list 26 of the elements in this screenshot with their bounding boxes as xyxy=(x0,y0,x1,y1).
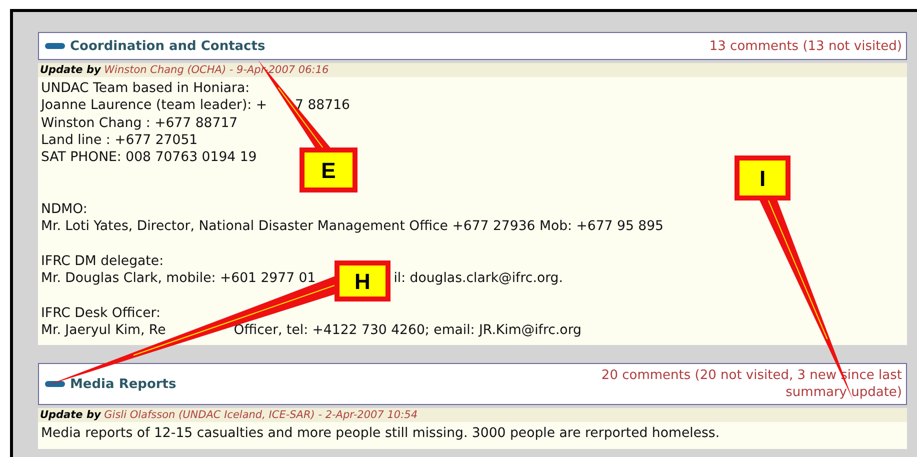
callout-label: H xyxy=(334,260,390,302)
body-text: il: douglas.clark@ifrc.org. xyxy=(394,270,563,288)
update-author: Gisli Olafsson (UNDAC Iceland, ICE-SAR) - 2-Apr-2007 10:54 xyxy=(104,409,418,422)
body-text: NDMO: xyxy=(41,201,88,218)
collapse-icon[interactable] xyxy=(45,42,65,50)
body-text: Land line : +677 27051 xyxy=(41,132,198,150)
section-title[interactable]: Media Reports xyxy=(70,376,176,392)
body-text: Media reports of 12-15 casualties and more people still missing. 3000 people are rerported homeless. xyxy=(41,425,720,443)
body-text: Winston Chang : +677 88717 xyxy=(41,114,238,132)
body-text: Mr. Douglas Clark, mobile: +601 2977 01 xyxy=(41,270,316,288)
callout-label: E xyxy=(300,148,358,192)
body-text: IFRC Desk Officer: xyxy=(41,304,160,322)
update-label: Update by xyxy=(40,64,101,76)
body-text: Mr. Jaeryul Kim, Re xyxy=(41,322,166,340)
update-label: Update by xyxy=(40,409,101,422)
callout-label: I xyxy=(734,156,790,200)
body-text: UNDAC Team based in Honiara: xyxy=(41,80,250,98)
body-text: Mr. Loti Yates, Director, National Disaster Management Office +677 27936 Mob: +677 95 895 xyxy=(41,218,664,236)
body-text: SAT PHONE: 008 70763 0194 19 xyxy=(41,149,257,166)
body-text: 7 88716 xyxy=(295,97,350,115)
body-text: Joanne Laurence (team leader): + xyxy=(41,97,268,115)
section-title[interactable]: Coordination and Contacts xyxy=(70,38,266,54)
body-text: IFRC DM delegate: xyxy=(41,252,164,270)
body-text: Officer, tel: +4122 730 4260; email: JR.Kim@ifrc.org xyxy=(234,322,582,340)
comments-link[interactable]: 13 comments (13 not visited) xyxy=(709,38,902,54)
collapse-icon[interactable] xyxy=(45,380,65,388)
